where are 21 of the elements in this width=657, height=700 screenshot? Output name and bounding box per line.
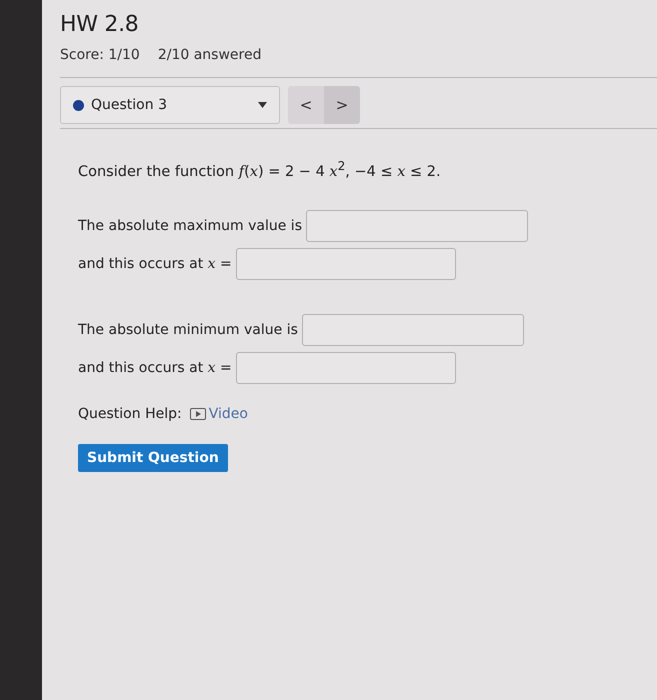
answer-field[interactable] <box>306 210 528 242</box>
video-icon <box>190 408 206 420</box>
assignment-title: HW 2.8 <box>60 12 140 37</box>
next-button[interactable]: > <box>324 86 360 124</box>
answer-field[interactable] <box>302 314 524 346</box>
score-text: Score: 1/10 <box>60 47 140 63</box>
question-prompt: Consider the function f(x) = 2 − 4 x$^{2}$, −4 ≤ x ≤ 2. <box>78 159 442 180</box>
submit-button[interactable]: Submit Question <box>78 444 228 472</box>
question-select[interactable]: Question 3 <box>60 86 280 124</box>
video-link[interactable]: Video <box>190 406 248 422</box>
field-label: and this occurs at x = <box>78 256 232 272</box>
answer-field[interactable] <box>236 352 456 384</box>
answer-field[interactable] <box>236 248 456 280</box>
answered-count: 2/10 answered <box>158 47 262 63</box>
field-label: The absolute maximum value is <box>78 218 302 234</box>
previous-button[interactable]: < <box>288 86 324 124</box>
help-label: Question Help: <box>78 406 182 422</box>
caret-icon <box>258 102 267 108</box>
status-dot-icon <box>73 100 84 110</box>
field-label: and this occurs at x = <box>78 360 232 376</box>
field-label: The absolute minimum value is <box>78 322 298 338</box>
